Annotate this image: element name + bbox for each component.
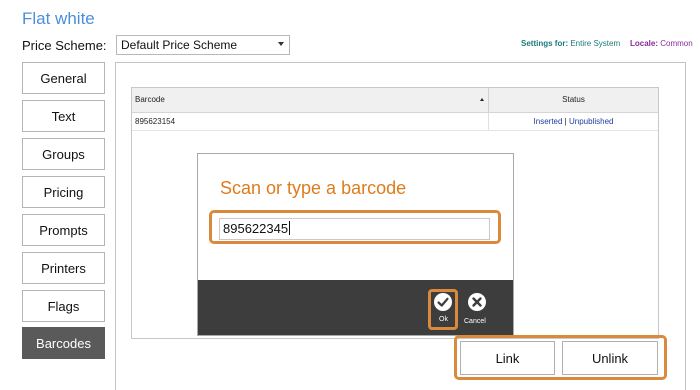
cancel-button[interactable]	[468, 293, 486, 311]
nav-pricing[interactable]: Pricing	[22, 176, 105, 208]
check-icon	[437, 297, 449, 307]
locale: Locale: Common	[630, 39, 693, 48]
ok-button[interactable]	[434, 293, 452, 311]
status-separator: |	[564, 117, 567, 126]
status-published: Unpublished	[568, 117, 614, 126]
link-button[interactable]: Link	[460, 341, 555, 375]
locale-value[interactable]: Common	[660, 39, 692, 48]
status-inserted: Inserted	[533, 117, 563, 126]
nav-text[interactable]: Text	[22, 100, 105, 132]
column-header-barcode[interactable]: Barcode	[135, 95, 165, 104]
barcode-cell: 895623154	[135, 117, 176, 126]
sort-asc-icon[interactable]	[480, 98, 484, 101]
dialog-footer: Ok Cancel	[198, 280, 513, 335]
settings-for-label: Settings for:	[521, 39, 569, 48]
dialog-title: Scan or type a barcode	[220, 178, 407, 198]
nav-printers[interactable]: Printers	[22, 252, 105, 284]
unlink-button[interactable]: Unlink	[562, 341, 658, 375]
chevron-down-icon	[278, 42, 284, 46]
nav-general[interactable]: General	[22, 62, 105, 94]
price-scheme-label: Price Scheme:	[22, 38, 107, 53]
nav-flags[interactable]: Flags	[22, 290, 105, 322]
settings-for: Settings for: Entire System	[521, 39, 620, 48]
locale-label: Locale:	[630, 39, 659, 48]
price-scheme-value: Default Price Scheme	[121, 38, 238, 52]
status-cell: Inserted | Unpublished	[489, 117, 658, 126]
table-row[interactable]: 895623154 Inserted | Unpublished	[132, 113, 658, 131]
close-icon	[472, 297, 482, 307]
barcode-input[interactable]: 895622345	[219, 218, 490, 240]
column-header-status[interactable]: Status	[489, 95, 658, 104]
nav-groups[interactable]: Groups	[22, 138, 105, 170]
text-cursor	[289, 221, 291, 235]
page-title: Flat white	[22, 9, 95, 28]
settings-for-value[interactable]: Entire System	[570, 39, 620, 48]
ok-label: Ok	[439, 316, 448, 323]
nav-barcodes[interactable]: Barcodes	[22, 327, 105, 359]
cancel-label: Cancel	[464, 318, 486, 325]
price-scheme-select[interactable]: Default Price Scheme	[116, 35, 290, 55]
barcode-dialog: Scan or type a barcode 895622345 Ok Canc…	[197, 153, 514, 336]
barcode-input-value: 895622345	[223, 221, 289, 236]
nav-prompts[interactable]: Prompts	[22, 214, 105, 246]
grid-header: Barcode Status	[132, 88, 658, 113]
